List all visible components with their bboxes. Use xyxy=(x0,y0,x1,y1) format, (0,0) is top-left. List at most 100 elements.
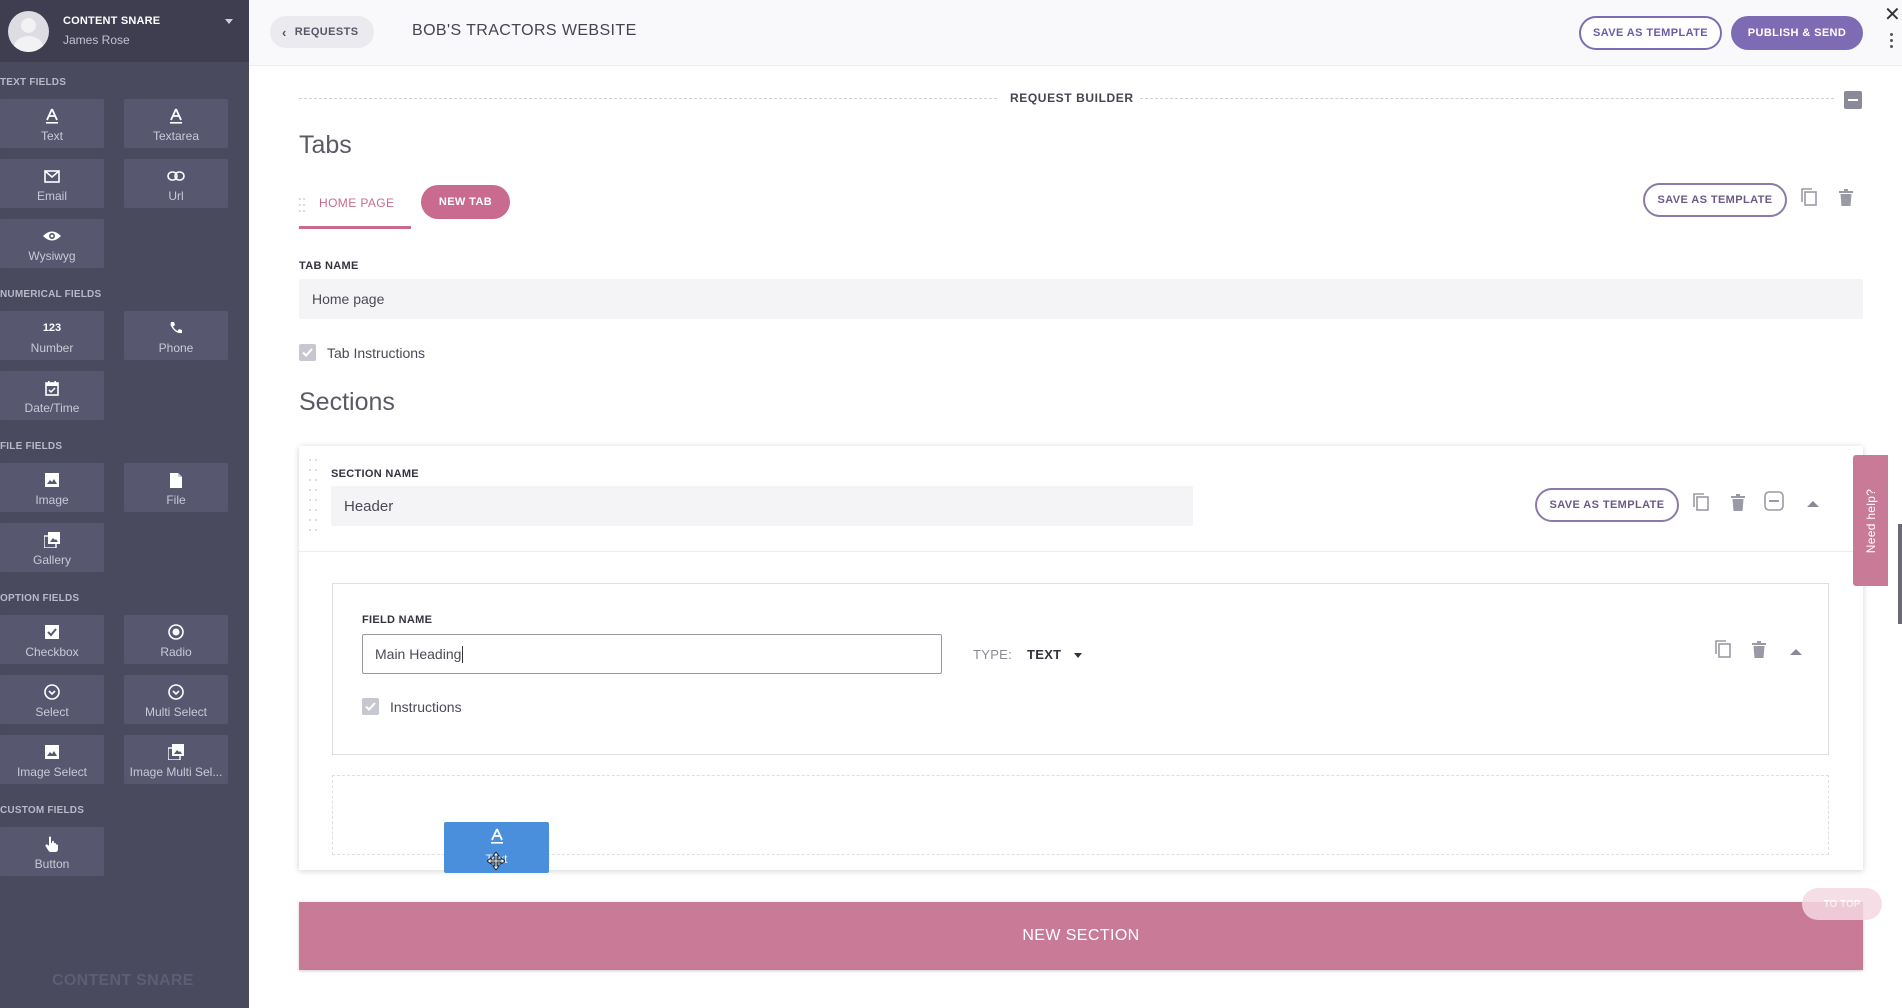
new-section-button[interactable]: NEW SECTION xyxy=(299,902,1863,970)
avatar xyxy=(8,11,49,52)
text-icon xyxy=(444,828,549,844)
field-type-select[interactable]: TEXT xyxy=(1027,647,1061,662)
divider xyxy=(1140,98,1834,99)
to-top-button[interactable]: TO TOP xyxy=(1802,888,1882,920)
text-icon xyxy=(0,107,104,125)
field-tile-datetime[interactable]: Date/Time xyxy=(0,371,104,420)
image-icon xyxy=(0,471,104,489)
field-drop-zone[interactable] xyxy=(332,775,1829,855)
pointer-hand-icon xyxy=(0,835,104,853)
chevron-left-icon: ‹ xyxy=(282,24,287,40)
drag-handle-icon[interactable] xyxy=(299,197,305,217)
tile-label: File xyxy=(166,493,186,507)
tile-label: Image Select xyxy=(16,765,88,779)
field-tile-text[interactable]: Text xyxy=(0,99,104,148)
field-tile-number[interactable]: 123 Number xyxy=(0,311,104,360)
field-tile-checkbox[interactable]: Checkbox xyxy=(0,615,104,664)
tile-label: Select xyxy=(35,705,69,719)
checkbox-icon xyxy=(0,623,104,641)
save-as-template-button[interactable]: SAVE AS TEMPLATE xyxy=(1579,16,1722,50)
tile-label: Email xyxy=(36,189,67,203)
image-select-icon xyxy=(0,743,104,761)
chevron-down-icon[interactable] xyxy=(1074,653,1082,658)
minimize-section-icon[interactable] xyxy=(1764,490,1784,512)
tab-label: HOME PAGE xyxy=(319,196,395,210)
more-vertical-icon[interactable] xyxy=(1890,33,1894,51)
tab-name-input[interactable]: Home page xyxy=(299,279,1863,319)
file-icon xyxy=(124,471,228,489)
tile-label: Gallery xyxy=(32,553,71,567)
copy-icon[interactable] xyxy=(1713,638,1733,660)
page-title: BOB'S TRACTORS WEBSITE xyxy=(412,22,637,39)
close-icon[interactable]: ✕ xyxy=(1884,2,1901,27)
copy-icon[interactable] xyxy=(1799,186,1819,208)
need-help-tab[interactable]: Need help? xyxy=(1853,455,1888,586)
trash-icon[interactable] xyxy=(1728,491,1748,513)
tile-label: Radio xyxy=(160,645,192,659)
eye-icon xyxy=(0,227,104,245)
field-tile-image-select[interactable]: Image Select xyxy=(0,735,104,784)
back-label: REQUESTS xyxy=(294,26,359,38)
tab-name-label: TAB NAME xyxy=(299,260,359,272)
radio-icon xyxy=(124,623,228,641)
chevron-up-icon[interactable] xyxy=(1786,640,1806,662)
scrollbar[interactable] xyxy=(1898,524,1902,624)
tab-instructions-label: Tab Instructions xyxy=(327,345,426,361)
tile-label: Image xyxy=(35,493,69,507)
field-tile-image-multi-select[interactable]: Image Multi Sel... xyxy=(124,735,228,784)
tile-label: Date/Time xyxy=(24,401,80,415)
field-tile-textarea[interactable]: Textarea xyxy=(124,99,228,148)
envelope-icon xyxy=(0,167,104,185)
number-icon: 123 xyxy=(42,322,62,334)
field-tile-email[interactable]: Email xyxy=(0,159,104,208)
tab-instructions-checkbox[interactable] xyxy=(299,344,316,361)
instructions-checkbox[interactable] xyxy=(362,698,379,715)
multi-select-icon xyxy=(124,683,228,701)
tile-label: Text xyxy=(40,129,63,143)
tile-label: Textarea xyxy=(152,129,200,143)
link-icon xyxy=(124,167,228,185)
publish-send-button[interactable]: PUBLISH & SEND xyxy=(1731,16,1863,50)
field-tile-multi-select[interactable]: Multi Select xyxy=(124,675,228,724)
field-name-label: FIELD NAME xyxy=(362,614,433,626)
user-menu[interactable]: CONTENT SNARE James Rose xyxy=(0,0,249,62)
field-tile-file[interactable]: File xyxy=(124,463,228,512)
tabs-heading: Tabs xyxy=(299,131,352,159)
field-name-input[interactable]: Main Heading xyxy=(362,634,942,674)
trash-icon[interactable] xyxy=(1749,638,1769,660)
section-name-input[interactable]: Header xyxy=(331,486,1193,526)
field-tile-select[interactable]: Select xyxy=(0,675,104,724)
tile-label: Image Multi Sel... xyxy=(129,765,223,779)
chevron-down-icon[interactable] xyxy=(225,19,233,24)
tab-save-as-template-button[interactable]: SAVE AS TEMPLATE xyxy=(1643,183,1787,217)
group-label-option-fields: OPTION FIELDS xyxy=(0,593,80,604)
tile-label: Wysiwyg xyxy=(28,249,76,263)
user-name: James Rose xyxy=(63,33,130,47)
section-save-as-template-button[interactable]: SAVE AS TEMPLATE xyxy=(1535,488,1679,522)
trash-icon[interactable] xyxy=(1836,186,1856,208)
new-tab-button[interactable]: NEW TAB xyxy=(421,185,510,219)
phone-icon xyxy=(124,319,228,337)
tile-label: Multi Select xyxy=(144,705,208,719)
drag-handle-icon[interactable] xyxy=(308,457,318,542)
field-tile-button[interactable]: Button xyxy=(0,827,104,876)
tile-label: Number xyxy=(30,341,74,355)
move-cursor-icon xyxy=(486,851,506,875)
field-name-value: Main Heading xyxy=(375,646,462,662)
field-tile-wysiwyg[interactable]: Wysiwyg xyxy=(0,219,104,268)
field-tile-image[interactable]: Image xyxy=(0,463,104,512)
tab-home-page[interactable]: HOME PAGE xyxy=(299,185,411,229)
field-tile-phone[interactable]: Phone xyxy=(124,311,228,360)
field-tile-url[interactable]: Url xyxy=(124,159,228,208)
chevron-up-icon[interactable] xyxy=(1803,492,1823,514)
field-tile-gallery[interactable]: Gallery xyxy=(0,523,104,572)
back-to-requests-button[interactable]: ‹ REQUESTS xyxy=(270,16,374,48)
image-multi-select-icon xyxy=(124,743,228,761)
collapse-icon[interactable] xyxy=(1844,91,1862,109)
textarea-icon xyxy=(124,107,228,125)
copy-icon[interactable] xyxy=(1691,491,1711,513)
field-tile-radio[interactable]: Radio xyxy=(124,615,228,664)
gallery-icon xyxy=(0,531,104,549)
calendar-icon xyxy=(0,379,104,397)
tile-label: Checkbox xyxy=(25,645,79,659)
